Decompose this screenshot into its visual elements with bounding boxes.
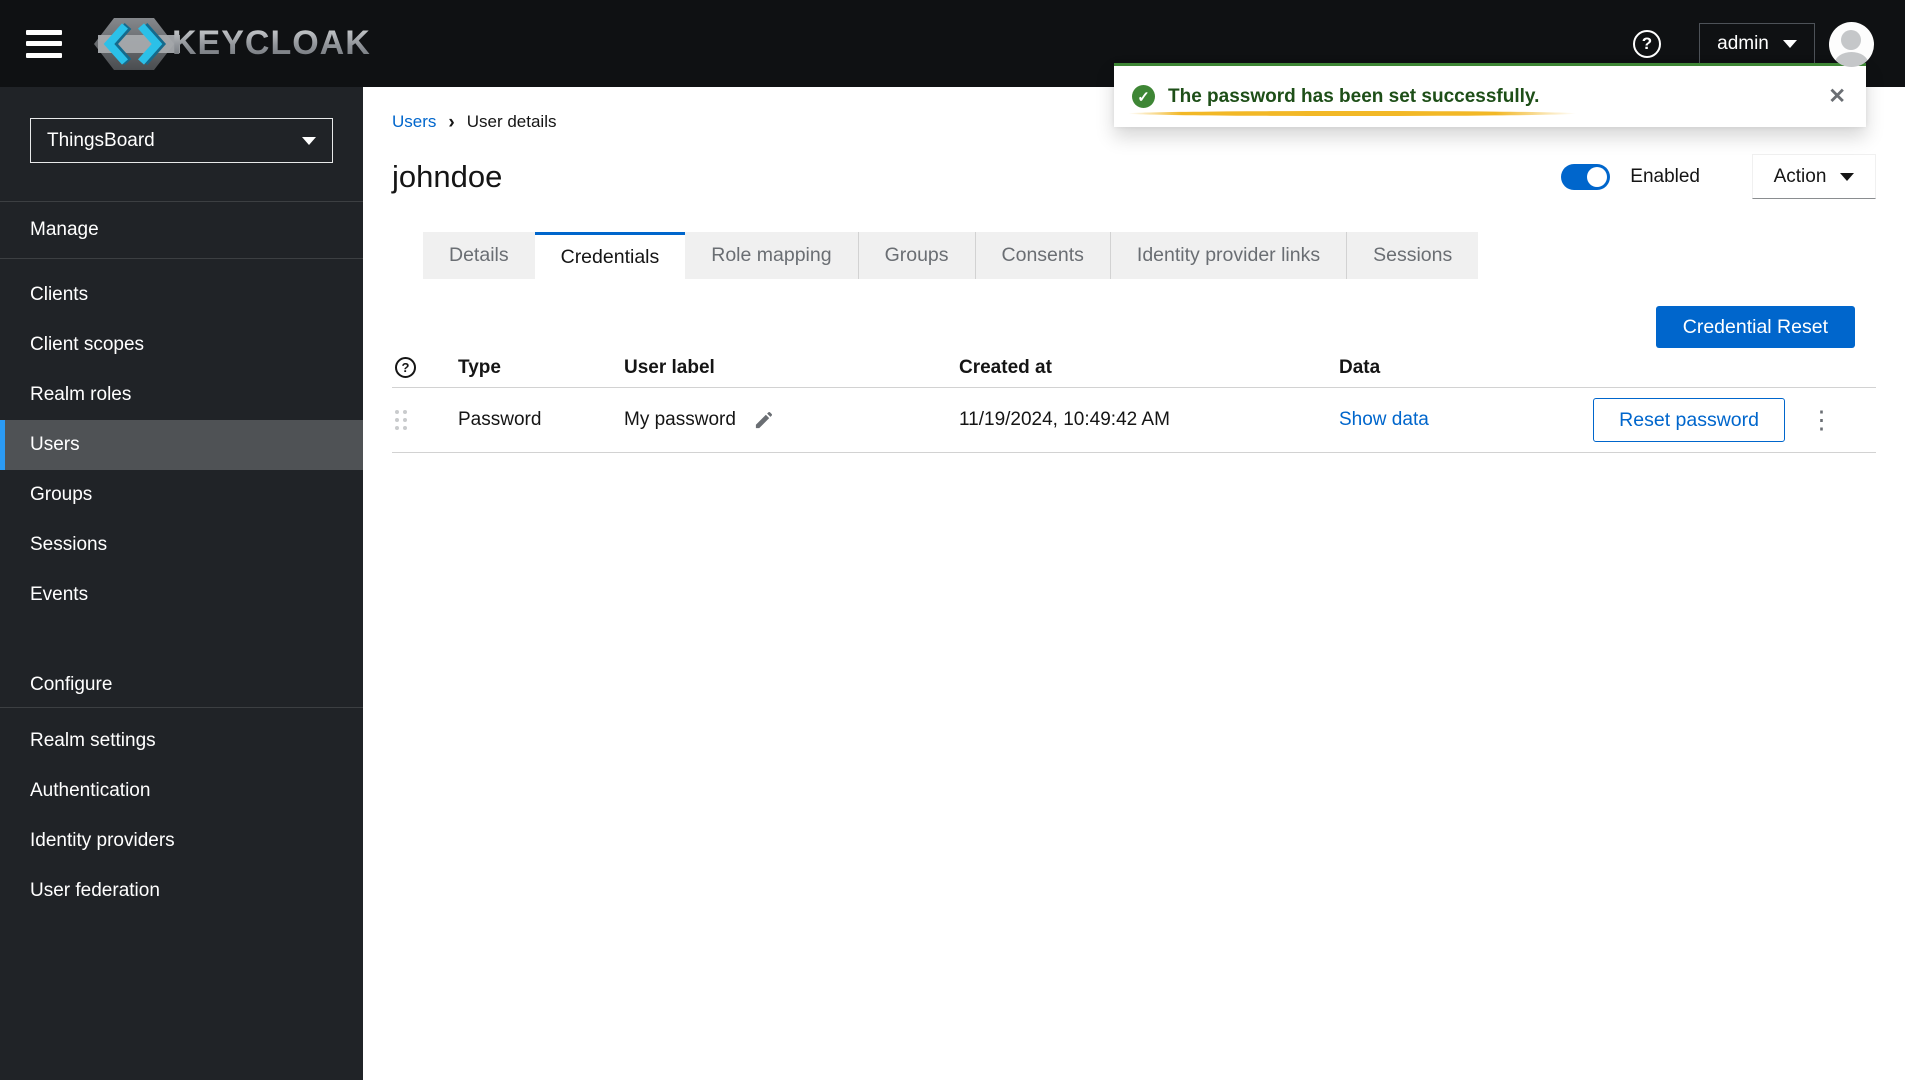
question-glyph: ? bbox=[401, 360, 410, 375]
tab-consents[interactable]: Consents bbox=[975, 232, 1111, 279]
help-icon[interactable]: ? bbox=[1633, 29, 1661, 58]
show-data-link[interactable]: Show data bbox=[1339, 409, 1429, 430]
question-circle-icon[interactable]: ? bbox=[395, 357, 416, 378]
keycloak-logo-icon bbox=[94, 17, 180, 70]
sidebar-item-realm-settings[interactable]: Realm settings bbox=[0, 716, 363, 766]
enabled-toggle[interactable] bbox=[1561, 163, 1611, 190]
check-circle-icon: ✓ bbox=[1132, 85, 1155, 108]
tab-details[interactable]: Details bbox=[423, 232, 535, 279]
realm-selector[interactable]: ThingsBoard bbox=[30, 118, 333, 163]
user-avatar-icon[interactable] bbox=[1829, 22, 1874, 67]
page-header: johndoe Enabled Action bbox=[392, 154, 1876, 199]
sidebar-item-identity-providers[interactable]: Identity providers bbox=[0, 816, 363, 866]
col-header-user-label: User label bbox=[624, 356, 715, 378]
sidebar-item-clients[interactable]: Clients bbox=[0, 270, 363, 320]
created-at-cell: 11/19/2024, 10:49:42 AM bbox=[959, 409, 1170, 430]
tab-identity-provider-links[interactable]: Identity provider links bbox=[1110, 232, 1348, 279]
breadcrumb-current: User details bbox=[466, 112, 557, 131]
credentials-table: ? Type User label Created at Data Passwo… bbox=[392, 348, 1876, 453]
nav-section-manage: Manage bbox=[0, 202, 363, 259]
edit-pencil-icon[interactable] bbox=[754, 411, 773, 430]
page-header-controls: Enabled Action bbox=[1561, 154, 1876, 199]
row-actions: Reset password ⋮ bbox=[1572, 398, 1876, 442]
chevron-down-icon bbox=[1782, 39, 1797, 48]
page-title: johndoe bbox=[392, 158, 503, 194]
sidebar-item-sessions[interactable]: Sessions bbox=[0, 520, 363, 570]
masthead-right-group: ? admin bbox=[1633, 22, 1815, 65]
realm-selector-block: ThingsBoard bbox=[0, 87, 363, 202]
credentials-toolbar: Credential Reset bbox=[392, 306, 1876, 348]
sidebar-item-authentication[interactable]: Authentication bbox=[0, 766, 363, 816]
avatar-head-shape bbox=[1841, 30, 1861, 50]
col-header-created-at: Created at bbox=[959, 356, 1052, 378]
tab-credentials[interactable]: Credentials bbox=[534, 232, 686, 279]
sidebar-item-users[interactable]: Users bbox=[0, 420, 363, 470]
chevron-right-icon: › bbox=[448, 111, 455, 133]
help-glyph: ? bbox=[1641, 33, 1653, 53]
username-label: admin bbox=[1717, 32, 1769, 54]
credential-reset-button[interactable]: Credential Reset bbox=[1655, 306, 1855, 348]
user-detail-tabs: Details Credentials Role mapping Groups … bbox=[423, 232, 1876, 279]
nav-section-configure: Configure bbox=[0, 662, 363, 708]
keycloak-logo: KEYCLOAK bbox=[94, 14, 371, 74]
enabled-label: Enabled bbox=[1630, 165, 1700, 187]
user-dropdown[interactable]: admin bbox=[1699, 22, 1815, 65]
col-header-data: Data bbox=[1339, 356, 1381, 378]
sidebar-item-user-federation[interactable]: User federation bbox=[0, 866, 363, 916]
sidebar-item-events[interactable]: Events bbox=[0, 570, 363, 620]
sidebar-item-groups[interactable]: Groups bbox=[0, 470, 363, 520]
avatar-body-shape bbox=[1835, 52, 1868, 67]
toggle-knob bbox=[1587, 166, 1608, 187]
check-glyph: ✓ bbox=[1137, 88, 1150, 106]
action-label: Action bbox=[1773, 165, 1827, 187]
main-content: Users › User details johndoe Enabled Act… bbox=[363, 87, 1905, 1080]
breadcrumb-users-link[interactable]: Users bbox=[392, 112, 436, 132]
toast-highlight-underline bbox=[1128, 111, 1576, 116]
chevron-down-icon bbox=[1840, 172, 1855, 181]
action-dropdown[interactable]: Action bbox=[1752, 154, 1876, 199]
user-label-cell: My password bbox=[624, 409, 959, 431]
table-header-row: ? Type User label Created at Data bbox=[392, 348, 1876, 388]
nav-toggle-hamburger-icon[interactable] bbox=[26, 29, 62, 58]
brand-name: KEYCLOAK bbox=[172, 24, 371, 62]
realm-selector-value: ThingsBoard bbox=[47, 129, 155, 151]
table-row: Password My password 11/19/2024, 10:49:4… bbox=[392, 388, 1876, 453]
toast-message: The password has been set successfully. bbox=[1168, 85, 1540, 107]
close-icon[interactable]: ✕ bbox=[1828, 84, 1846, 109]
credential-type-cell: Password bbox=[458, 409, 542, 430]
kebab-menu-icon[interactable]: ⋮ bbox=[1809, 407, 1834, 433]
sidebar: ThingsBoard Manage Clients Client scopes… bbox=[0, 87, 363, 1080]
tab-sessions[interactable]: Sessions bbox=[1347, 232, 1479, 279]
reset-password-button[interactable]: Reset password bbox=[1593, 398, 1785, 442]
tab-role-mapping[interactable]: Role mapping bbox=[685, 232, 859, 279]
user-label-value: My password bbox=[624, 409, 736, 430]
configure-nav: Realm settings Authentication Identity p… bbox=[0, 716, 363, 916]
sidebar-item-client-scopes[interactable]: Client scopes bbox=[0, 320, 363, 370]
sidebar-item-realm-roles[interactable]: Realm roles bbox=[0, 370, 363, 420]
manage-nav: Clients Client scopes Realm roles Users … bbox=[0, 270, 363, 620]
success-toast: ✓ The password has been set successfully… bbox=[1114, 63, 1866, 127]
drag-handle-icon[interactable] bbox=[395, 410, 407, 430]
col-header-type: Type bbox=[458, 356, 501, 378]
tab-groups[interactable]: Groups bbox=[858, 232, 976, 279]
chevron-down-icon bbox=[302, 136, 316, 145]
